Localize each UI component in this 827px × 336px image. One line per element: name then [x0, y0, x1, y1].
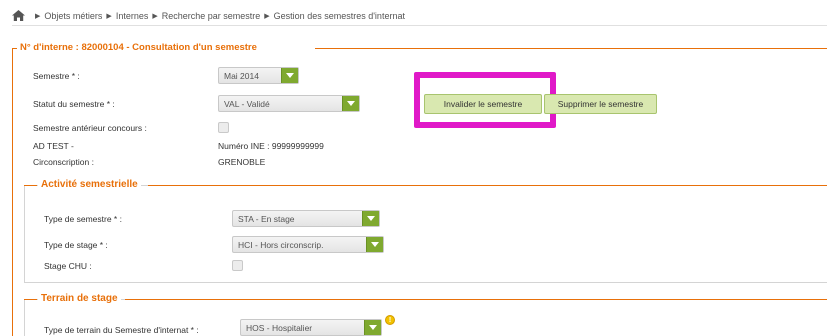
legend-line — [24, 299, 37, 300]
semestre-select-value: Mai 2014 — [224, 70, 259, 81]
breadcrumb-item-recherche[interactable]: Recherche par semestre — [162, 11, 261, 21]
breadcrumb-item-gestion: Gestion des semestres d'internat — [273, 10, 405, 21]
type-semestre-select[interactable]: STA - En stage — [232, 210, 380, 227]
dropdown-arrow-icon[interactable] — [281, 68, 298, 83]
chevron-right-icon: ▶ — [264, 12, 270, 20]
info-icon[interactable]: ! — [385, 315, 395, 325]
legend-line — [24, 185, 37, 186]
activite-fieldset — [24, 185, 827, 283]
breadcrumb: ▶ Objets métiers ▶ Internes ▶ Recherche … — [12, 10, 405, 21]
fieldset-border — [12, 48, 13, 336]
supprimer-semestre-button[interactable]: Supprimer le semestre — [544, 94, 657, 114]
type-terrain-label: Type de terrain du Semestre d'internat *… — [44, 325, 199, 335]
dropdown-arrow-icon[interactable] — [342, 96, 359, 111]
activite-title: Activité semestrielle — [38, 179, 141, 190]
breadcrumb-item-objets[interactable]: Objets métiers — [44, 11, 102, 21]
semestre-label: Semestre * : — [33, 71, 80, 81]
breadcrumb-item-internes[interactable]: Internes — [116, 11, 149, 21]
type-terrain-select[interactable]: HOS - Hospitalier — [240, 319, 382, 336]
statut-select-value: VAL - Validé — [224, 98, 270, 109]
circonscription-label: Circonscription : — [33, 157, 94, 167]
semestre-anterieur-checkbox[interactable] — [218, 122, 229, 133]
dropdown-arrow-icon[interactable] — [364, 320, 381, 335]
home-icon[interactable] — [12, 10, 25, 21]
stage-chu-label: Stage CHU : — [44, 261, 92, 271]
type-stage-label: Type de stage * : — [44, 240, 108, 250]
terrain-title: Terrain de stage — [38, 293, 121, 304]
dropdown-arrow-icon[interactable] — [362, 211, 379, 226]
statut-label: Statut du semestre * : — [33, 99, 115, 109]
legend-line — [148, 185, 827, 186]
breadcrumb-divider — [12, 25, 827, 26]
chevron-right-icon: ▶ — [35, 12, 41, 20]
type-semestre-label: Type de semestre * : — [44, 214, 122, 224]
chevron-right-icon: ▶ — [106, 12, 112, 20]
stage-chu-checkbox[interactable] — [232, 260, 243, 271]
interne-name: AD TEST - — [33, 141, 74, 151]
dropdown-arrow-icon[interactable] — [366, 237, 383, 252]
statut-select[interactable]: VAL - Validé — [218, 95, 360, 112]
type-terrain-value: HOS - Hospitalier — [246, 322, 313, 333]
legend-line — [125, 299, 827, 300]
chevron-right-icon: ▶ — [152, 12, 158, 20]
page-title: N° d'interne : 82000104 - Consultation d… — [17, 42, 260, 53]
semestre-select[interactable]: Mai 2014 — [218, 67, 299, 84]
type-stage-value: HCI - Hors circonscrip. — [238, 239, 324, 250]
legend-line — [315, 48, 827, 49]
numero-ine: Numéro INE : 99999999999 — [218, 141, 324, 151]
type-semestre-value: STA - En stage — [238, 213, 295, 224]
circonscription-value: GRENOBLE — [218, 157, 266, 167]
type-stage-select[interactable]: HCI - Hors circonscrip. — [232, 236, 384, 253]
semestre-anterieur-label: Semestre antérieur concours : — [33, 123, 147, 133]
invalider-semestre-button[interactable]: Invalider le semestre — [424, 94, 542, 114]
